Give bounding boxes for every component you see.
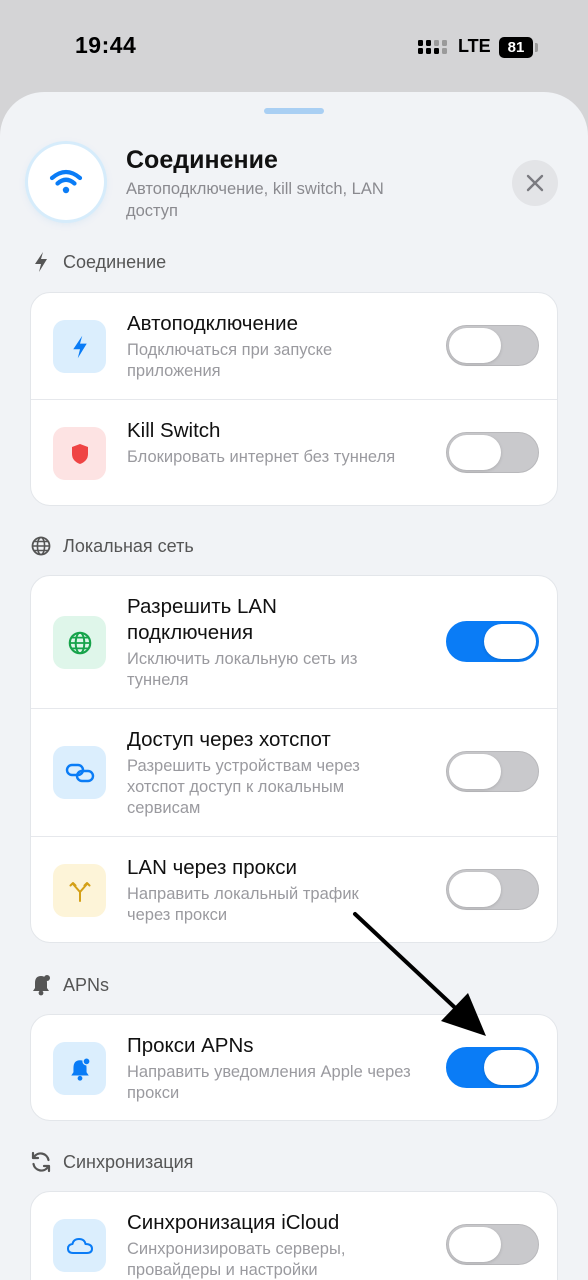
row-allow-lan: Разрешить LAN подключения Исключить лока…: [31, 576, 557, 709]
sheet-grabber[interactable]: [264, 108, 324, 114]
section-title: Соединение: [63, 251, 167, 272]
row-description: Разрешить устройствам через хотспот дост…: [127, 757, 360, 817]
row-description: Блокировать интернет без туннеля: [127, 448, 396, 466]
hotspot-access-toggle[interactable]: [446, 751, 539, 792]
row-description: Направить локальный трафик через прокси: [127, 885, 359, 924]
row-title: Прокси APNs: [127, 1034, 254, 1057]
globe-icon: [53, 616, 106, 669]
status-bar: 19:44 LTE 81: [0, 0, 588, 92]
row-description: Синхронизировать серверы, провайдеры и н…: [127, 1240, 346, 1279]
battery-tip: [535, 43, 538, 52]
sync-icon: [30, 1151, 52, 1173]
card-apns: Прокси APNs Направить уведомления Apple …: [30, 1014, 558, 1121]
card-connection: Автоподключение Подключаться при запуске…: [30, 292, 558, 506]
row-title: LAN через прокси: [127, 856, 297, 879]
section-title: Локальная сеть: [63, 535, 194, 556]
row-title: Доступ через хотспот: [127, 728, 331, 751]
icloud-sync-toggle[interactable]: [446, 1224, 539, 1265]
card-sync: Синхронизация iCloud Синхронизировать се…: [30, 1191, 558, 1280]
wifi-icon: [28, 144, 104, 220]
close-icon: [526, 174, 544, 192]
lan-via-proxy-toggle[interactable]: [446, 869, 539, 910]
page-subtitle: Автоподключение, kill switch, LAN доступ: [126, 180, 384, 220]
kill-switch-toggle[interactable]: [446, 432, 539, 473]
cloud-icon: [53, 1219, 106, 1272]
section-header-sync: Синхронизация: [30, 1149, 193, 1175]
row-kill-switch: Kill Switch Блокировать интернет без тун…: [31, 400, 557, 505]
battery-icon: 81: [499, 37, 533, 58]
link-icon: [53, 746, 106, 799]
row-description: Исключить локальную сеть из туннеля: [127, 650, 358, 689]
autoconnect-toggle[interactable]: [446, 325, 539, 366]
network-type: LTE: [458, 36, 491, 56]
allow-lan-toggle[interactable]: [446, 621, 539, 662]
page-title: Соединение: [126, 146, 278, 174]
row-title: Синхронизация iCloud: [127, 1211, 340, 1234]
bell-icon: [30, 974, 52, 996]
row-icloud-sync: Синхронизация iCloud Синхронизировать се…: [31, 1192, 557, 1280]
row-autoconnect: Автоподключение Подключаться при запуске…: [31, 293, 557, 400]
row-title: Kill Switch: [127, 419, 221, 442]
section-title: APNs: [63, 974, 110, 995]
proxy-apns-toggle[interactable]: [446, 1047, 539, 1088]
section-header-connection: Соединение: [30, 249, 166, 275]
row-title: Автоподключение: [127, 312, 299, 335]
globe-icon: [30, 535, 52, 557]
row-description: Подключаться при запуске приложения: [127, 341, 333, 380]
close-button[interactable]: [512, 160, 558, 206]
row-hotspot-access: Доступ через хотспот Разрешить устройств…: [31, 709, 557, 837]
row-description: Направить уведомления Apple через прокси: [127, 1063, 411, 1102]
row-lan-via-proxy: LAN через прокси Направить локальный тра…: [31, 837, 557, 942]
row-proxy-apns: Прокси APNs Направить уведомления Apple …: [31, 1015, 557, 1120]
bolt-icon: [53, 320, 106, 373]
section-header-apns: APNs: [30, 972, 109, 998]
row-title: Разрешить LAN подключения: [127, 595, 277, 644]
signal-icon: [418, 38, 450, 61]
section-header-lan: Локальная сеть: [30, 533, 194, 559]
status-time: 19:44: [75, 32, 137, 58]
card-lan: Разрешить LAN подключения Исключить лока…: [30, 575, 558, 943]
bell-badge-icon: [53, 1042, 106, 1095]
section-title: Синхронизация: [63, 1151, 194, 1172]
shield-icon: [53, 427, 106, 480]
bolt-icon: [30, 251, 52, 273]
fork-icon: [53, 864, 106, 917]
settings-sheet: Соединение Автоподключение, kill switch,…: [0, 92, 588, 1280]
